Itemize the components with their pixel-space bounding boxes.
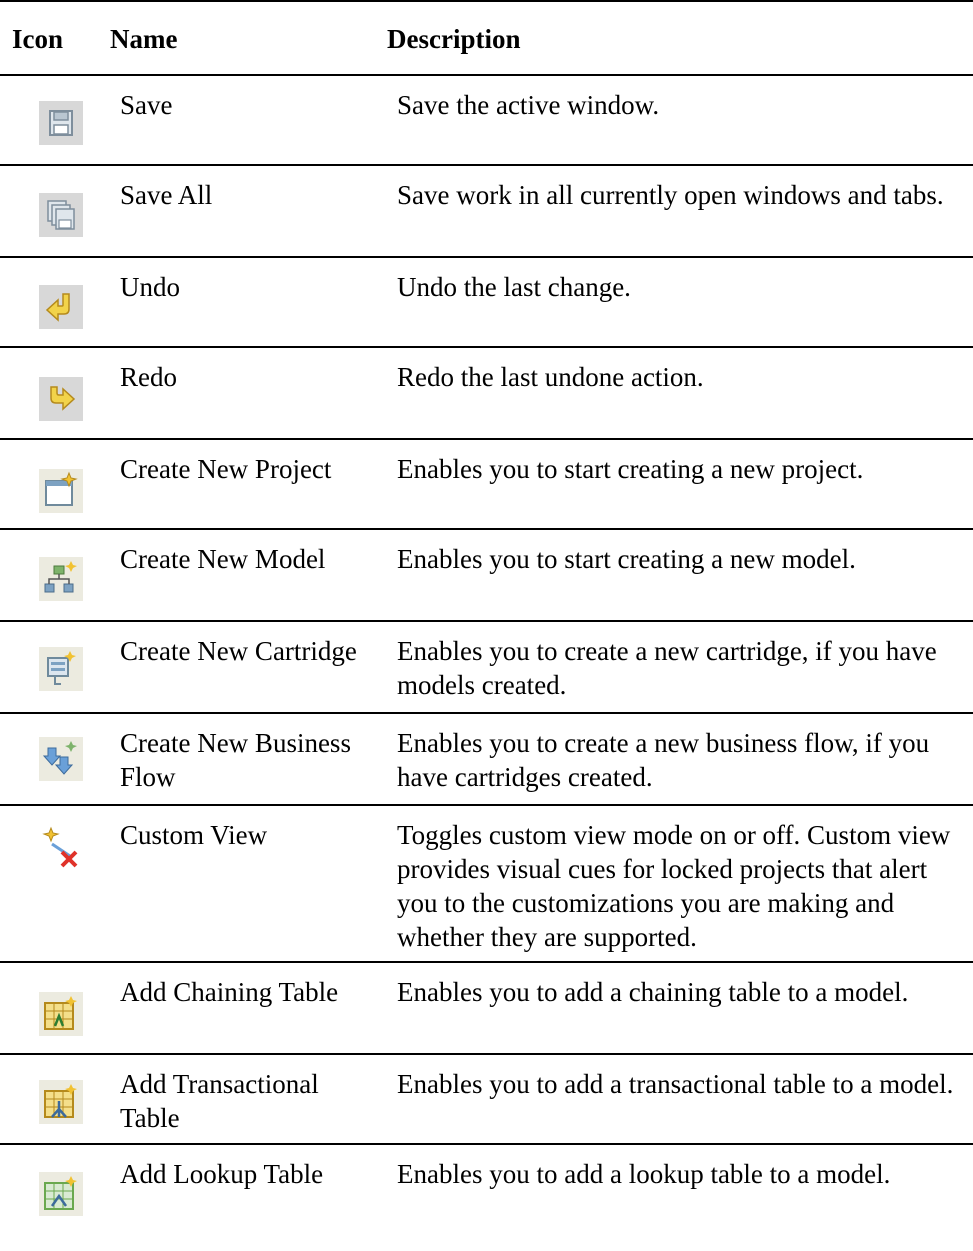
row-name: Create New Project <box>120 454 332 484</box>
row-description: Enables you to start creating a new mode… <box>397 544 856 574</box>
row-description: Undo the last change. <box>397 272 631 302</box>
row-description: Save the active window. <box>397 90 660 120</box>
new-cartridge-icon <box>38 646 84 692</box>
table-row: Create New Business Flow Enables you to … <box>0 714 973 806</box>
row-description: Toggles custom view mode on or off. Cust… <box>397 820 951 952</box>
lookup-table-icon <box>38 1171 84 1217</box>
redo-icon <box>38 376 84 422</box>
row-description: Enables you to add a chaining table to a… <box>397 977 909 1007</box>
row-description: Save work in all currently open windows … <box>397 180 944 210</box>
table-header: Icon Name Description <box>0 0 973 76</box>
table-row: Create New Cartridge Enables you to crea… <box>0 622 973 714</box>
row-name: Add Lookup Table <box>120 1159 324 1189</box>
table-row: Add Chaining Table Enables you to add a … <box>0 963 973 1055</box>
row-description: Redo the last undone action. <box>397 362 704 392</box>
table-row: Save All Save work in all currently open… <box>0 166 973 258</box>
table-row: Create New Project Enables you to start … <box>0 440 973 530</box>
row-name: Create New Business Flow <box>120 728 351 792</box>
save-all-icon <box>38 192 84 238</box>
table-row: Undo Undo the last change. <box>0 258 973 348</box>
header-icon: Icon <box>12 24 64 54</box>
row-name: Create New Cartridge <box>120 636 357 666</box>
row-description: Enables you to add a lookup table to a m… <box>397 1159 891 1189</box>
row-name: Save <box>120 90 173 120</box>
row-name: Redo <box>120 362 177 392</box>
table-row: Custom View Toggles custom view mode on … <box>0 806 973 963</box>
table-row: Create New Model Enables you to start cr… <box>0 530 973 622</box>
row-name: Create New Model <box>120 544 326 574</box>
row-description: Enables you to create a new business flo… <box>397 728 930 792</box>
chaining-table-icon <box>38 991 84 1037</box>
row-name: Add Chaining Table <box>120 977 339 1007</box>
header-name: Name <box>110 24 178 54</box>
table-row: Redo Redo the last undone action. <box>0 348 973 440</box>
custom-view-icon <box>38 822 84 868</box>
save-icon <box>38 100 84 146</box>
new-project-icon <box>38 468 84 514</box>
table-row: Add Lookup Table Enables you to add a lo… <box>0 1145 973 1250</box>
toolbar-icons-table: Icon Name Description Save Save the acti… <box>0 0 973 1250</box>
row-name: Add Transactional Table <box>120 1069 319 1133</box>
row-description: Enables you to add a transactional table… <box>397 1069 954 1099</box>
transactional-table-icon <box>38 1079 84 1125</box>
new-business-flow-icon <box>38 736 84 782</box>
row-description: Enables you to create a new cartridge, i… <box>397 636 937 700</box>
new-model-icon <box>38 556 84 602</box>
undo-icon <box>38 284 84 330</box>
row-description: Enables you to start creating a new proj… <box>397 454 864 484</box>
table-row: Add Transactional Table Enables you to a… <box>0 1055 973 1145</box>
header-description: Description <box>387 24 521 54</box>
row-name: Custom View <box>120 820 268 850</box>
row-name: Undo <box>120 272 180 302</box>
row-name: Save All <box>120 180 213 210</box>
table-row: Save Save the active window. <box>0 76 973 166</box>
